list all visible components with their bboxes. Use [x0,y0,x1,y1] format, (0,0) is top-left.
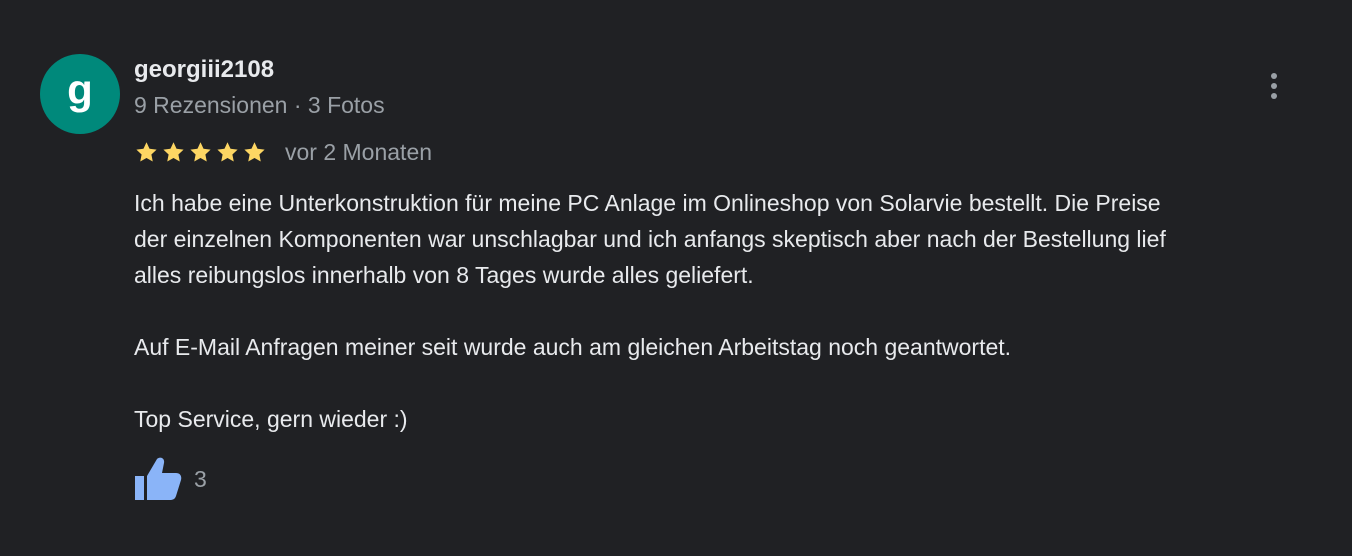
review-date: vor 2 Monaten [285,139,433,165]
avatar-letter: g [67,66,93,113]
rating-row: vor 2 Monaten [134,137,432,167]
star-icon [190,141,211,161]
like-count: 3 [194,466,207,492]
review-line: Ich habe eine Unterkonstruktion für mein… [134,190,1161,216]
review-line: alles reibungslos innerhalb von 8 Tages … [134,262,754,288]
reviewer-meta[interactable]: 9 Rezensionen · 3 Fotos [134,91,385,119]
review-line: der einzelnen Komponenten war unschlagba… [134,226,1166,252]
star-rating [134,140,267,165]
star-icon [136,141,157,161]
star-icon [217,141,238,161]
review-paragraph: Auf E-Mail Anfragen meiner seit wurde au… [134,334,1012,360]
star-icon [244,141,265,161]
star-icon [163,141,184,161]
more-options-button[interactable] [1254,66,1294,106]
like-button[interactable]: 3 [134,457,207,501]
reviewer-name[interactable]: georgiii2108 [134,56,274,84]
review-text: Ich habe eine Unterkonstruktion für mein… [134,185,1324,437]
avatar[interactable]: g [40,54,120,134]
more-vert-icon [1271,73,1277,79]
thumbs-up-icon [135,457,182,500]
review-paragraph: Top Service, gern wieder :) [134,406,408,432]
review-card: g georgiii2108 9 Rezensionen · 3 Fotos v… [0,0,1352,556]
